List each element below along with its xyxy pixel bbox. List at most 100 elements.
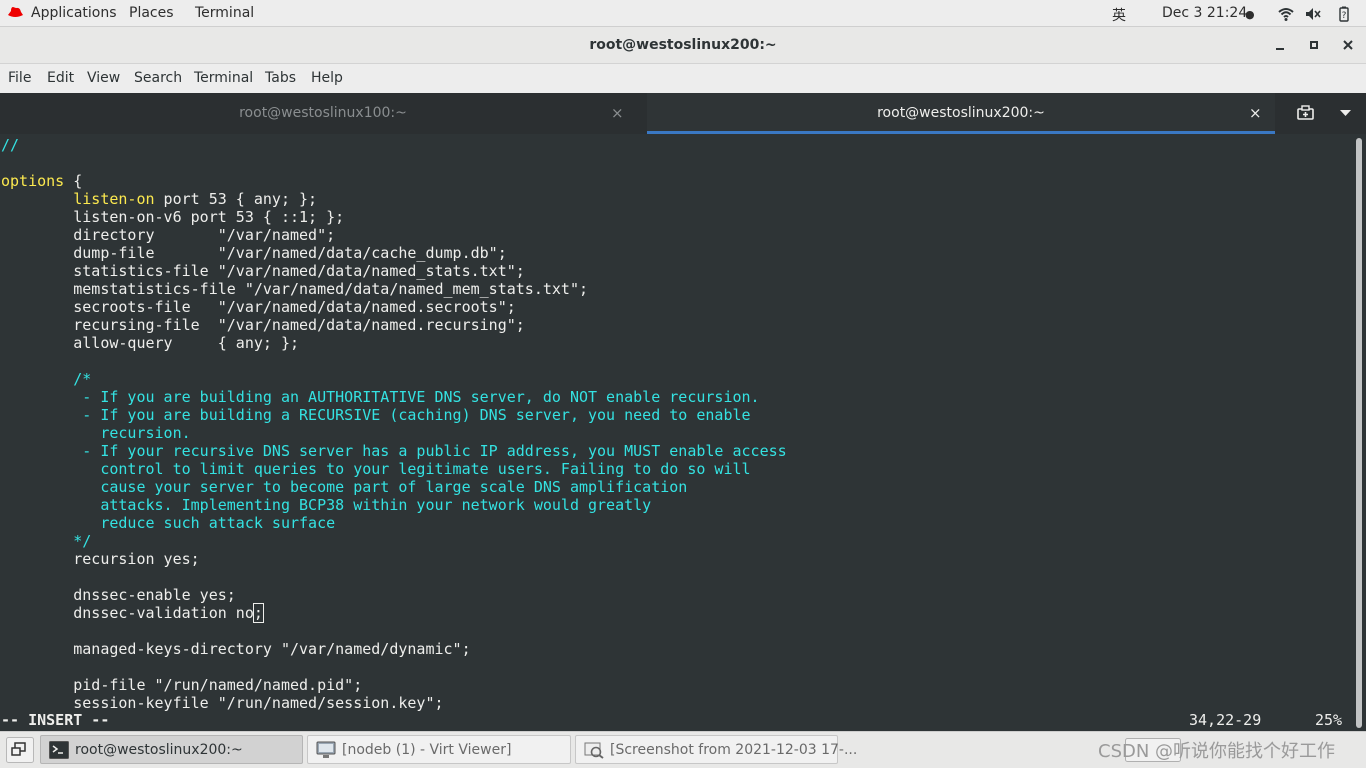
taskbar-item-virt-viewer[interactable]: [nodeb (1) - Virt Viewer] [307, 735, 571, 764]
top-panel: Applications Places Terminal 英 Dec 3 21:… [0, 0, 1366, 27]
csdn-watermark: CSDN @听说你能找个好工作 [1098, 741, 1336, 762]
menu-edit[interactable]: Edit [47, 70, 74, 86]
terminal-line: recursion yes; [1, 550, 200, 568]
menu-bar: File Edit View Search Terminal Tabs Help [0, 64, 1366, 93]
terminal-line: /* [1, 370, 91, 388]
svg-text:?: ? [1342, 11, 1347, 21]
volume-muted-icon[interactable] [1305, 6, 1321, 22]
terminal-line: statistics-file "/var/named/data/named_s… [1, 262, 525, 280]
image-viewer-icon [584, 742, 604, 759]
terminal-line: dnssec-enable yes; [1, 586, 236, 604]
terminal-line: listen-on port 53 { any; }; [1, 190, 317, 208]
menu-tabs[interactable]: Tabs [265, 70, 296, 86]
terminal-text: statistics-file "/var/named/data/named_s… [1, 262, 525, 280]
redhat-logo-icon [8, 7, 23, 17]
menu-view[interactable]: View [87, 70, 120, 86]
menu-terminal[interactable]: Terminal [194, 70, 253, 86]
input-method-indicator[interactable]: 英 [1112, 5, 1126, 25]
terminal-text: listen-on [73, 190, 155, 208]
terminal-line: - If you are building a RECURSIVE (cachi… [1, 406, 751, 424]
terminal-line: options { [1, 172, 82, 190]
show-desktop-icon[interactable] [6, 737, 34, 763]
tab-label: root@westoslinux200:~ [877, 105, 1045, 121]
applications-menu[interactable]: Applications [31, 5, 117, 21]
terminal-text: managed-keys-directory "/var/named/dynam… [1, 640, 471, 658]
terminal-text: recursion. [1, 424, 191, 442]
terminal-line: recursing-file "/var/named/data/named.re… [1, 316, 525, 334]
terminal-line: pid-file "/run/named/named.pid"; [1, 676, 362, 694]
menu-search[interactable]: Search [134, 70, 182, 86]
battery-unknown-icon[interactable]: ? [1336, 6, 1352, 22]
terminal-line: secroots-file "/var/named/data/named.sec… [1, 298, 516, 316]
terminal-text: dnssec-enable yes; [1, 586, 236, 604]
terminal-text: /* [1, 370, 92, 388]
tab-westoslinux200[interactable]: root@westoslinux200:~ × [647, 93, 1275, 134]
terminal-scrollbar[interactable] [1352, 134, 1366, 730]
terminal-text: { [64, 172, 83, 190]
tab-close-icon[interactable]: × [611, 104, 624, 122]
scrollbar-thumb[interactable] [1356, 138, 1362, 728]
terminal-text: */ [1, 532, 92, 550]
window-title: root@westoslinux200:~ [589, 37, 777, 53]
terminal-text: directory "/var/named"; [1, 226, 336, 244]
tab-westoslinux100[interactable]: root@westoslinux100:~ × [0, 93, 646, 134]
tab-bar: root@westoslinux100:~ × root@westoslinux… [0, 93, 1366, 134]
terminal-text: control to limit queries to your legitim… [1, 460, 751, 478]
terminal-line: listen-on-v6 port 53 { ::1; }; [1, 208, 344, 226]
terminal-text: session-keyfile "/run/named/session.key"… [1, 694, 444, 712]
terminal-text: secroots-file "/var/named/data/named.sec… [1, 298, 516, 316]
terminal-text: options [1, 172, 65, 190]
terminal-output[interactable]: //options { listen-on port 53 { any; }; … [0, 134, 1352, 730]
terminal-text: - If you are building an AUTHORITATIVE D… [1, 388, 760, 406]
terminal-text: pid-file "/run/named/named.pid"; [1, 676, 363, 694]
terminal-text: - If you are building a RECURSIVE (cachi… [1, 406, 751, 424]
close-icon[interactable] [1340, 37, 1356, 53]
wifi-icon[interactable] [1278, 6, 1294, 22]
clock[interactable]: Dec 3 21:24 [1162, 5, 1247, 21]
vim-scroll-percent: 25% [1315, 711, 1343, 729]
terminal-text: // [1, 136, 20, 154]
terminal-line: recursion. [1, 424, 191, 442]
taskbar-item-terminal[interactable]: root@westoslinux200:~ [40, 735, 303, 764]
taskbar-item-label: [Screenshot from 2021-12-03 17-... [610, 742, 858, 758]
new-tab-icon[interactable] [1296, 105, 1315, 122]
terminal-line: dnssec-validation no; [1, 603, 264, 623]
terminal-text: - If your recursive DNS server has a pub… [1, 442, 787, 460]
window-titlebar[interactable]: root@westoslinux200:~ [0, 27, 1366, 64]
terminal-text: cause your server to become part of larg… [1, 478, 688, 496]
terminal-app-menu[interactable]: Terminal [195, 5, 254, 21]
taskbar-item-label: [nodeb (1) - Virt Viewer] [342, 742, 512, 758]
tab-close-icon[interactable]: × [1249, 104, 1262, 122]
terminal-text: dump-file "/var/named/data/cache_dump.db… [1, 244, 507, 262]
terminal-text: recursion yes; [1, 550, 200, 568]
places-menu[interactable]: Places [129, 5, 174, 21]
terminal-line: directory "/var/named"; [1, 226, 335, 244]
menu-help[interactable]: Help [311, 70, 343, 86]
text-cursor: ; [252, 603, 264, 623]
terminal-text: listen-on-v6 port 53 { ::1; }; [1, 208, 345, 226]
terminal-line: attacks. Implementing BCP38 within your … [1, 496, 651, 514]
terminal-line: */ [1, 532, 91, 550]
terminal-line: memstatistics-file "/var/named/data/name… [1, 280, 588, 298]
terminal-text: dnssec-validation no [1, 604, 254, 622]
terminal-line: allow-query { any; }; [1, 334, 299, 352]
terminal-text: reduce such attack surface [1, 514, 336, 532]
taskbar-item-screenshot[interactable]: [Screenshot from 2021-12-03 17-... [575, 735, 857, 764]
terminal-text: memstatistics-file "/var/named/data/name… [1, 280, 588, 298]
terminal-text: port 53 { any; }; [154, 190, 318, 208]
vim-mode-indicator: -- INSERT -- [1, 711, 110, 729]
maximize-icon[interactable] [1306, 37, 1322, 53]
terminal-text: attacks. Implementing BCP38 within your … [1, 496, 652, 514]
minimize-icon[interactable] [1272, 37, 1288, 53]
tab-menu-chevron-down-icon[interactable] [1340, 110, 1351, 117]
vim-cursor-position: 34,22-29 [1189, 711, 1262, 729]
terminal-line: session-keyfile "/run/named/session.key"… [1, 694, 444, 712]
notification-dot-icon: ● [1245, 8, 1255, 21]
menu-file[interactable]: File [8, 70, 31, 86]
terminal-line: - If you are building an AUTHORITATIVE D… [1, 388, 760, 406]
terminal-icon [49, 741, 69, 759]
virt-viewer-icon [316, 741, 336, 758]
terminal-line: - If your recursive DNS server has a pub… [1, 442, 787, 460]
tab-label: root@westoslinux100:~ [239, 105, 407, 121]
